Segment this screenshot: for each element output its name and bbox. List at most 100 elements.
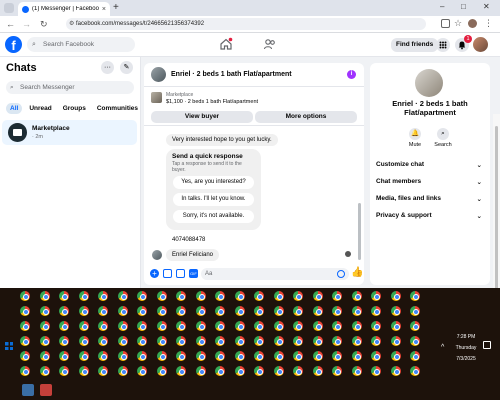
chrome-shortcut-icon[interactable]: [234, 351, 245, 361]
chrome-shortcut-icon[interactable]: [39, 306, 50, 316]
chrome-shortcut-icon[interactable]: [98, 366, 108, 376]
chrome-shortcut-icon[interactable]: [98, 321, 108, 331]
chrome-shortcut-icon[interactable]: [293, 336, 303, 346]
chrome-shortcut-icon[interactable]: [117, 336, 128, 346]
chat-item-marketplace[interactable]: Marketplace · 2m: [2, 120, 137, 145]
chrome-shortcut-icon[interactable]: [410, 366, 420, 376]
chrome-shortcut-icon[interactable]: [273, 291, 284, 301]
chrome-shortcut-icon[interactable]: [20, 336, 30, 346]
filter-all[interactable]: All: [6, 103, 23, 114]
chrome-shortcut-icon[interactable]: [234, 366, 245, 376]
chrome-shortcut-icon[interactable]: [371, 351, 381, 361]
chrome-shortcut-icon[interactable]: [195, 321, 206, 331]
chrome-shortcut-icon[interactable]: [137, 336, 147, 346]
chrome-shortcut-icon[interactable]: [137, 291, 147, 301]
chrome-shortcut-icon[interactable]: [117, 306, 128, 316]
chrome-shortcut-icon[interactable]: [351, 291, 362, 301]
chrome-shortcut-icon[interactable]: [254, 351, 264, 361]
chrome-shortcut-icon[interactable]: [176, 306, 186, 316]
chrome-shortcut-icon[interactable]: [215, 306, 225, 316]
bookmark-star-icon[interactable]: ☆: [454, 18, 462, 28]
chrome-shortcut-icon[interactable]: [215, 321, 225, 331]
chrome-shortcut-icon[interactable]: [273, 336, 284, 346]
chrome-shortcut-icon[interactable]: [351, 336, 362, 346]
chrome-shortcut-icon[interactable]: [273, 366, 284, 376]
chrome-shortcut-icon[interactable]: [332, 366, 342, 376]
chrome-shortcut-icon[interactable]: [20, 351, 30, 361]
chrome-shortcut-icon[interactable]: [215, 366, 225, 376]
chrome-shortcut-icon[interactable]: [137, 366, 147, 376]
search-action[interactable]: ⌕ Search: [428, 128, 458, 148]
chrome-shortcut-icon[interactable]: [312, 336, 323, 346]
address-bar[interactable]: ⚙ facebook.com/messages/t/24665621356374…: [66, 18, 426, 30]
notifications-bell-icon[interactable]: 1: [455, 35, 472, 52]
tray-chevron-icon[interactable]: ^: [441, 344, 444, 351]
chrome-shortcut-icon[interactable]: [351, 366, 362, 376]
facebook-search-input[interactable]: ⌕ Search Facebook: [27, 37, 135, 52]
chrome-shortcut-icon[interactable]: [78, 351, 89, 361]
chrome-shortcut-icon[interactable]: [156, 291, 167, 301]
chrome-shortcut-icon[interactable]: [351, 351, 362, 361]
chrome-shortcut-icon[interactable]: [312, 321, 323, 331]
chrome-shortcut-icon[interactable]: [117, 291, 128, 301]
chrome-shortcut-icon[interactable]: [390, 291, 401, 301]
chrome-shortcut-icon[interactable]: [390, 336, 401, 346]
chrome-shortcut-icon[interactable]: [371, 321, 381, 331]
chrome-shortcut-icon[interactable]: [390, 366, 401, 376]
notification-center-icon[interactable]: [483, 341, 491, 349]
chrome-shortcut-icon[interactable]: [390, 351, 401, 361]
chrome-shortcut-icon[interactable]: [59, 306, 69, 316]
chrome-shortcut-icon[interactable]: [59, 291, 69, 301]
chrome-shortcut-icon[interactable]: [59, 321, 69, 331]
chrome-shortcut-icon[interactable]: [215, 336, 225, 346]
chrome-shortcut-icon[interactable]: [59, 336, 69, 346]
new-tab-button[interactable]: +: [113, 3, 119, 13]
facebook-logo-icon[interactable]: f: [5, 36, 22, 53]
chrome-shortcut-icon[interactable]: [176, 321, 186, 331]
chrome-shortcut-icon[interactable]: [312, 366, 323, 376]
chrome-shortcut-icon[interactable]: [156, 366, 167, 376]
chrome-shortcut-icon[interactable]: [332, 291, 342, 301]
chrome-shortcut-icon[interactable]: [78, 306, 89, 316]
chrome-shortcut-icon[interactable]: [59, 351, 69, 361]
chrome-shortcut-icon[interactable]: [195, 351, 206, 361]
chrome-shortcut-icon[interactable]: [351, 321, 362, 331]
mute-action[interactable]: 🔔 Mute: [400, 128, 430, 148]
add-attachment-icon[interactable]: +: [150, 269, 159, 278]
chrome-shortcut-icon[interactable]: [98, 351, 108, 361]
chrome-shortcut-icon[interactable]: [312, 351, 323, 361]
chrome-shortcut-icon[interactable]: [20, 306, 30, 316]
maximize-button[interactable]: □: [461, 2, 466, 11]
chrome-shortcut-icon[interactable]: [215, 291, 225, 301]
chrome-shortcut-icon[interactable]: [39, 336, 50, 346]
chrome-shortcut-icon[interactable]: [78, 336, 89, 346]
privacy-support-row[interactable]: Privacy & support ⌄: [376, 212, 484, 220]
filter-unread[interactable]: Unread: [25, 103, 55, 114]
chrome-shortcut-icon[interactable]: [254, 291, 264, 301]
browser-tab[interactable]: (1) Messenger | Facebook ×: [18, 2, 110, 16]
chrome-shortcut-icon[interactable]: [39, 321, 50, 331]
chrome-shortcut-icon[interactable]: [195, 336, 206, 346]
chrome-shortcut-icon[interactable]: [273, 321, 284, 331]
quick-reply-interested[interactable]: Yes, are you interested?: [173, 176, 254, 189]
taskbar-app-icon[interactable]: [22, 384, 34, 396]
emoji-icon[interactable]: [337, 270, 345, 278]
chrome-shortcut-icon[interactable]: [254, 321, 264, 331]
chrome-shortcut-icon[interactable]: [332, 351, 342, 361]
chrome-shortcut-icon[interactable]: [410, 291, 420, 301]
chrome-shortcut-icon[interactable]: [293, 366, 303, 376]
chat-members-row[interactable]: Chat members ⌄: [376, 178, 484, 186]
chrome-shortcut-icon[interactable]: [254, 366, 264, 376]
chrome-shortcut-icon[interactable]: [351, 306, 362, 316]
chats-options-button[interactable]: ···: [101, 61, 114, 74]
view-buyer-button[interactable]: View buyer: [151, 111, 253, 123]
chrome-shortcut-icon[interactable]: [410, 306, 420, 316]
taskbar-app-icon[interactable]: [40, 384, 52, 396]
details-avatar[interactable]: [415, 69, 443, 97]
chrome-shortcut-icon[interactable]: [156, 321, 167, 331]
chrome-shortcut-icon[interactable]: [39, 366, 50, 376]
contact-avatar[interactable]: [151, 67, 166, 82]
chrome-shortcut-icon[interactable]: [371, 306, 381, 316]
chrome-shortcut-icon[interactable]: [20, 291, 30, 301]
chrome-shortcut-icon[interactable]: [234, 336, 245, 346]
